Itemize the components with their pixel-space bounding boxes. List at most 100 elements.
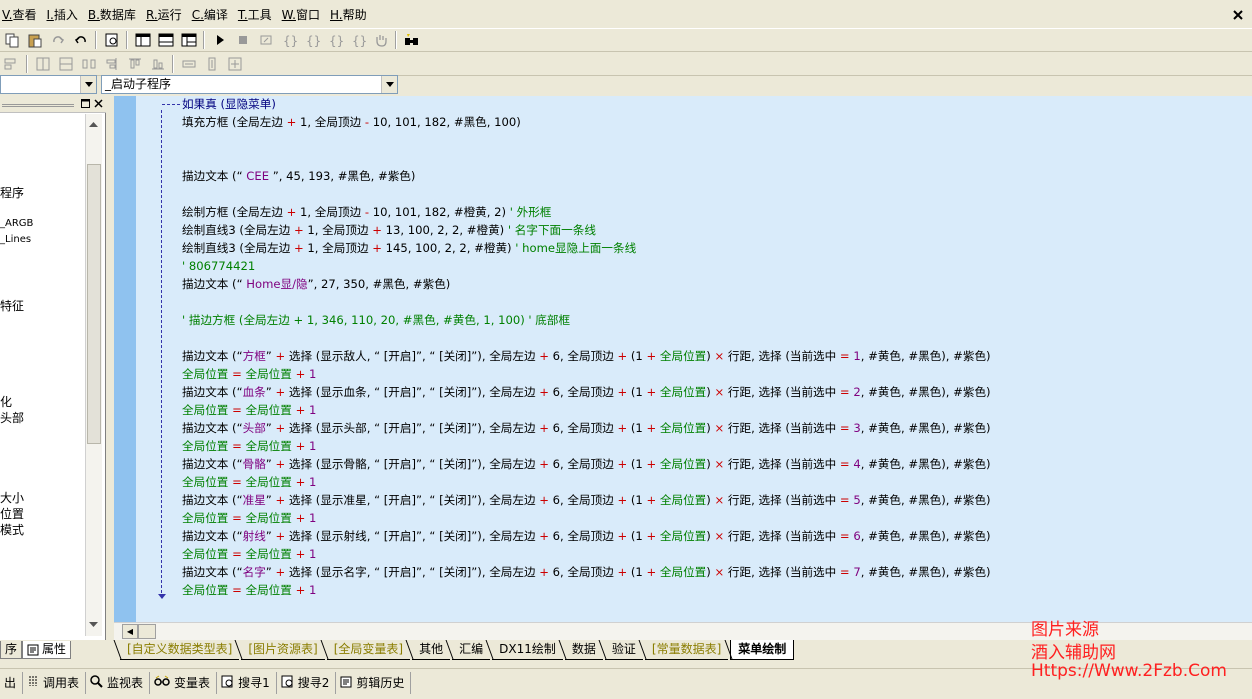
code-line-increment[interactable]: 全局位置 = 全局位置 + 1 [182,473,316,491]
sheet-tab[interactable]: [自定义数据类型表] [120,640,240,660]
run-to-cursor-icon[interactable]: {} [347,30,368,50]
code-line-comment[interactable]: ' 806774421 [182,257,255,275]
code-line-draw-item[interactable]: 描边文本 (“血条” + 选择 (显示血条, “ [开启]”, “ [关闭]”)… [182,383,991,401]
copy-icon[interactable] [1,30,22,50]
paste-icon[interactable] [24,30,45,50]
step-icon[interactable] [255,30,276,50]
stop-icon[interactable] [232,30,253,50]
code-line[interactable]: 描边文本 (“ CEE ”, 45, 193, #黑色, #紫色) [182,167,415,185]
tab-search-2[interactable]: 搜寻2 [277,671,337,694]
align-bottom-icon[interactable] [147,54,168,74]
tree-item[interactable]: 大小 [0,489,24,506]
tab-program[interactable]: 序 [0,641,23,659]
tree-item[interactable]: _ARGB [0,218,33,229]
layout-1-icon[interactable] [132,30,153,50]
close-icon[interactable] [93,99,103,109]
align-top-icon[interactable] [124,54,145,74]
code-line-draw-item[interactable]: 描边文本 (“骨骼” + 选择 (显示骨骼, “ [开启]”, “ [关闭]”)… [182,455,991,473]
code-editor[interactable]: 如果真 (显隐菜单) 填充方框 (全局左边 + 1, 全局顶边 - 10, 10… [114,96,1252,622]
sheet-tab[interactable]: 菜单绘制 [730,640,795,660]
code-line-increment[interactable]: 全局位置 = 全局位置 + 1 [182,437,316,455]
scroll-down-icon[interactable] [89,622,98,627]
align-left-icon[interactable] [1,54,22,74]
menu-window[interactable]: W.窗口 [280,6,328,23]
tab-variable-table[interactable]: 变量表 [150,671,218,694]
tab-search-1[interactable]: 搜寻1 [217,671,277,694]
tab-watch-table[interactable]: 监视表 [86,671,151,694]
code-line-draw-item[interactable]: 描边文本 (“方框” + 选择 (显示敌人, “ [开启]”, “ [关闭]”)… [182,347,991,365]
menu-view[interactable]: V.查看 [0,6,45,23]
align-middle-icon[interactable] [55,54,76,74]
preview-icon[interactable] [101,30,122,50]
sheet-tab[interactable]: 其他 [412,640,451,660]
run-icon[interactable] [209,30,230,50]
scroll-thumb[interactable] [87,164,101,444]
space-horizontal-icon[interactable] [78,54,99,74]
code-line[interactable]: 绘制方框 (全局左边 + 1, 全局顶边 - 10, 101, 182, #橙黄… [182,203,551,221]
code-line-increment[interactable]: 全局位置 = 全局位置 + 1 [182,401,316,419]
code-line-increment[interactable]: 全局位置 = 全局位置 + 1 [182,365,316,383]
tree-item[interactable]: 程序 [0,184,24,201]
align-center-icon[interactable] [32,54,53,74]
chevron-down-icon[interactable] [381,76,397,93]
vertical-scrollbar[interactable] [85,114,102,636]
menu-run[interactable]: R.运行 [144,6,190,23]
tree-item[interactable]: 模式 [0,521,24,538]
hand-icon[interactable] [370,30,391,50]
tree-item[interactable]: _Lines [0,234,31,245]
tree-item[interactable]: 位置 [0,505,24,522]
scroll-thumb[interactable] [138,624,156,639]
sheet-tab[interactable]: 汇编 [452,640,491,660]
menu-compile[interactable]: C.编译 [190,6,236,23]
scroll-up-icon[interactable] [89,122,98,127]
sheet-tab[interactable]: 验证 [604,640,643,660]
menu-insert[interactable]: I.插入 [45,6,86,23]
scroll-left-icon[interactable]: ◀ [122,624,138,639]
code-line[interactable]: 描边文本 (“ Home显/隐”, 27, 350, #黑色, #紫色) [182,275,450,293]
align-right-icon[interactable] [101,54,122,74]
tab-properties[interactable]: 属性 [22,641,72,659]
panel-grip[interactable] [2,104,74,107]
code-line-draw-item[interactable]: 描边文本 (“头部” + 选择 (显示头部, “ [开启]”, “ [关闭]”)… [182,419,991,437]
redo-icon[interactable] [47,30,68,50]
same-height-icon[interactable] [201,54,222,74]
subroutine-combo[interactable]: _启动子程序 [101,75,398,94]
layout-2-icon[interactable] [155,30,176,50]
code-line[interactable]: 绘制直线3 (全局左边 + 1, 全局顶边 + 145, 100, 2, 2, … [182,239,636,257]
step-over-icon[interactable]: {} [301,30,322,50]
code-line[interactable]: 绘制直线3 (全局左边 + 1, 全局顶边 + 13, 100, 2, 2, #… [182,221,596,239]
code-line-increment[interactable]: 全局位置 = 全局位置 + 1 [182,509,316,527]
menu-database[interactable]: B.数据库 [86,6,144,23]
tree-item[interactable]: 特征 [0,297,24,314]
close-icon[interactable] [1232,9,1246,21]
sheet-tab[interactable]: [图片资源表] [241,640,325,660]
menu-tools[interactable]: T.工具 [236,6,280,23]
tree-item[interactable]: 头部 [0,409,24,426]
code-line-increment[interactable]: 全局位置 = 全局位置 + 1 [182,545,316,563]
maximize-icon[interactable] [80,99,90,109]
tree-item[interactable]: 化 [0,393,12,410]
sheet-tab[interactable]: [常量数据表] [644,640,729,660]
layout-3-icon[interactable] [178,30,199,50]
code-line-increment[interactable]: 全局位置 = 全局位置 + 1 [182,581,316,599]
sheet-tab[interactable]: [全局变量表] [326,640,411,660]
undo-icon[interactable] [70,30,91,50]
tab-output[interactable]: 出 [0,671,24,694]
sheet-tab[interactable]: 数据 [564,640,603,660]
code-line-draw-item[interactable]: 描边文本 (“准星” + 选择 (显示准星, “ [开启]”, “ [关闭]”)… [182,491,991,509]
sheet-tab[interactable]: DX11绘制 [492,640,563,660]
same-width-icon[interactable] [178,54,199,74]
menu-help[interactable]: H.帮助 [328,6,375,23]
tab-clip-history[interactable]: 剪辑历史 [336,671,412,694]
code-line-draw-item[interactable]: 描边文本 (“名字” + 选择 (显示名字, “ [开启]”, “ [关闭]”)… [182,563,991,581]
code-line[interactable]: 填充方框 (全局左边 + 1, 全局顶边 - 10, 101, 182, #黑色… [182,113,521,131]
code-line-if[interactable]: 如果真 (显隐菜单) [182,95,276,113]
same-size-icon[interactable] [224,54,245,74]
find-icon[interactable] [401,30,422,50]
code-line-draw-item[interactable]: 描边文本 (“射线” + 选择 (显示射线, “ [开启]”, “ [关闭]”)… [182,527,991,545]
editor-gutter[interactable] [114,96,136,622]
code-line-comment[interactable]: ' 描边方框 (全局左边 + 1, 346, 110, 20, #黑色, #黄色… [182,311,570,329]
step-out-icon[interactable]: {} [324,30,345,50]
object-combo[interactable] [0,75,97,94]
tab-call-table[interactable]: 调用表 [23,671,87,694]
